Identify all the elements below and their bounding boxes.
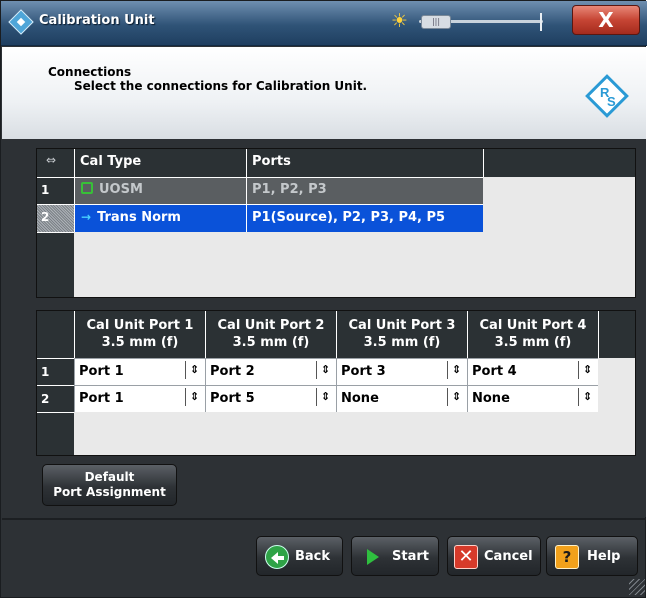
cancel-button[interactable]: ✕ Cancel xyxy=(447,536,541,576)
ports-cell[interactable]: P1, P2, P3 xyxy=(246,177,483,204)
column-connector: 3.5 mm (f) xyxy=(101,335,179,350)
column-connector: 3.5 mm (f) xyxy=(494,335,572,350)
port-select-r1-c2[interactable]: Port 2 ⇕ xyxy=(205,358,336,385)
close-button[interactable]: X xyxy=(572,5,640,35)
cancel-label: Cancel xyxy=(484,549,533,564)
wizard-header: Connections Select the connections for C… xyxy=(2,47,646,139)
calibration-unit-dialog: Calibration Unit ☀ ||| X Connections Sel… xyxy=(0,0,647,598)
header-filler xyxy=(598,311,635,358)
spin-updown-icon[interactable]: ⇕ xyxy=(185,361,203,379)
play-icon xyxy=(360,545,384,569)
resize-columns-icon[interactable]: ⇔ xyxy=(46,153,56,167)
page-title: Connections xyxy=(48,65,132,79)
slider-thumb[interactable]: ||| xyxy=(421,15,451,29)
port-select-r2-c1[interactable]: Port 1 ⇕ xyxy=(74,385,205,412)
port-assignment-table: Cal Unit Port 1 3.5 mm (f) Cal Unit Port… xyxy=(36,310,636,456)
column-header-cal-unit-port-3[interactable]: Cal Unit Port 3 3.5 mm (f) xyxy=(336,311,467,358)
port-select-r2-c2[interactable]: Port 5 ⇕ xyxy=(205,385,336,412)
footer-divider xyxy=(2,518,646,520)
spin-updown-icon[interactable]: ⇕ xyxy=(316,361,334,379)
svg-text:S: S xyxy=(607,94,616,109)
cal-type-label: UOSM xyxy=(99,182,143,197)
header-filler xyxy=(483,149,635,177)
slider-end-mark xyxy=(540,13,542,31)
column-header-cal-unit-port-4[interactable]: Cal Unit Port 4 3.5 mm (f) xyxy=(467,311,598,358)
start-button[interactable]: Start xyxy=(351,536,439,576)
spin-updown-icon[interactable]: ⇕ xyxy=(447,388,465,406)
column-header-ports[interactable]: Ports xyxy=(246,149,483,177)
spin-updown-icon[interactable]: ⇕ xyxy=(578,361,596,379)
start-label: Start xyxy=(392,549,429,564)
selected-value: Port 3 xyxy=(341,364,386,379)
row-header-1[interactable]: 1 xyxy=(37,177,74,204)
help-button[interactable]: ? Help xyxy=(546,536,638,576)
spin-updown-icon[interactable]: ⇕ xyxy=(578,388,596,406)
row-header-filler xyxy=(37,412,74,455)
selected-value: Port 1 xyxy=(79,364,124,379)
column-name: Cal Unit Port 4 xyxy=(479,318,587,333)
table-row[interactable]: UOSM xyxy=(74,177,246,204)
selected-value: Port 5 xyxy=(210,391,255,406)
table-corner xyxy=(37,311,74,358)
back-arrow-icon xyxy=(265,545,289,569)
ports-cell[interactable]: P1(Source), P2, P3, P4, P5 xyxy=(246,204,483,232)
table-corner: ⇔ xyxy=(37,149,74,177)
column-name: Cal Unit Port 3 xyxy=(348,318,456,333)
back-button[interactable]: Back xyxy=(256,536,343,576)
help-label: Help xyxy=(587,549,621,564)
row-header-1[interactable]: 1 xyxy=(37,358,74,385)
button-label-line2: Port Assignment xyxy=(53,485,166,499)
port-select-r1-c3[interactable]: Port 3 ⇕ xyxy=(336,358,467,385)
spin-updown-icon[interactable]: ⇕ xyxy=(447,361,465,379)
row-header-2[interactable]: 2 xyxy=(37,385,74,412)
port-select-r1-c4[interactable]: Port 4 ⇕ xyxy=(467,358,598,385)
selected-value: None xyxy=(472,391,510,406)
cal-type-label: Trans Norm xyxy=(97,210,181,225)
rs-app-icon xyxy=(8,9,34,35)
port-select-r1-c1[interactable]: Port 1 ⇕ xyxy=(74,358,205,385)
column-header-cal-unit-port-2[interactable]: Cal Unit Port 2 3.5 mm (f) xyxy=(205,311,336,358)
row-header-2[interactable]: 2 xyxy=(37,204,74,232)
cal-type-table: ⇔ Cal Type Ports 1 UOSM P1, P2, P3 2 → Tr… xyxy=(36,148,636,298)
column-header-cal-unit-port-1[interactable]: Cal Unit Port 1 3.5 mm (f) xyxy=(74,311,205,358)
column-connector: 3.5 mm (f) xyxy=(232,335,310,350)
selected-value: Port 1 xyxy=(79,391,124,406)
row-header-filler xyxy=(37,232,74,297)
cancel-x-icon: ✕ xyxy=(454,545,478,569)
title-bar[interactable]: Calibration Unit ☀ ||| X xyxy=(1,1,647,46)
column-name: Cal Unit Port 1 xyxy=(86,318,194,333)
arrow-right-icon: → xyxy=(81,210,92,224)
column-name: Cal Unit Port 2 xyxy=(217,318,325,333)
selected-value: Port 2 xyxy=(210,364,255,379)
brightness-icon: ☀ xyxy=(391,10,409,32)
resize-grip-icon[interactable] xyxy=(629,579,645,595)
port-select-r2-c4[interactable]: None ⇕ xyxy=(467,385,598,412)
help-question-icon: ? xyxy=(555,545,579,569)
default-port-assignment-button[interactable]: Default Port Assignment xyxy=(42,464,177,506)
spin-updown-icon[interactable]: ⇕ xyxy=(316,388,334,406)
table-row-selected[interactable]: → Trans Norm xyxy=(74,204,246,232)
button-label-line1: Default xyxy=(84,470,135,484)
spin-updown-icon[interactable]: ⇕ xyxy=(185,388,203,406)
column-header-cal-type[interactable]: Cal Type xyxy=(74,149,246,177)
port-select-r2-c3[interactable]: None ⇕ xyxy=(336,385,467,412)
rohde-schwarz-logo: R S xyxy=(585,74,629,118)
transparency-slider[interactable]: ||| xyxy=(419,13,543,31)
window-title: Calibration Unit xyxy=(39,13,155,28)
back-label: Back xyxy=(295,549,331,564)
column-connector: 3.5 mm (f) xyxy=(363,335,441,350)
page-subtitle: Select the connections for Calibration U… xyxy=(74,79,368,93)
selected-value: None xyxy=(341,391,379,406)
selected-value: Port 4 xyxy=(472,364,517,379)
uosm-icon xyxy=(81,182,93,194)
